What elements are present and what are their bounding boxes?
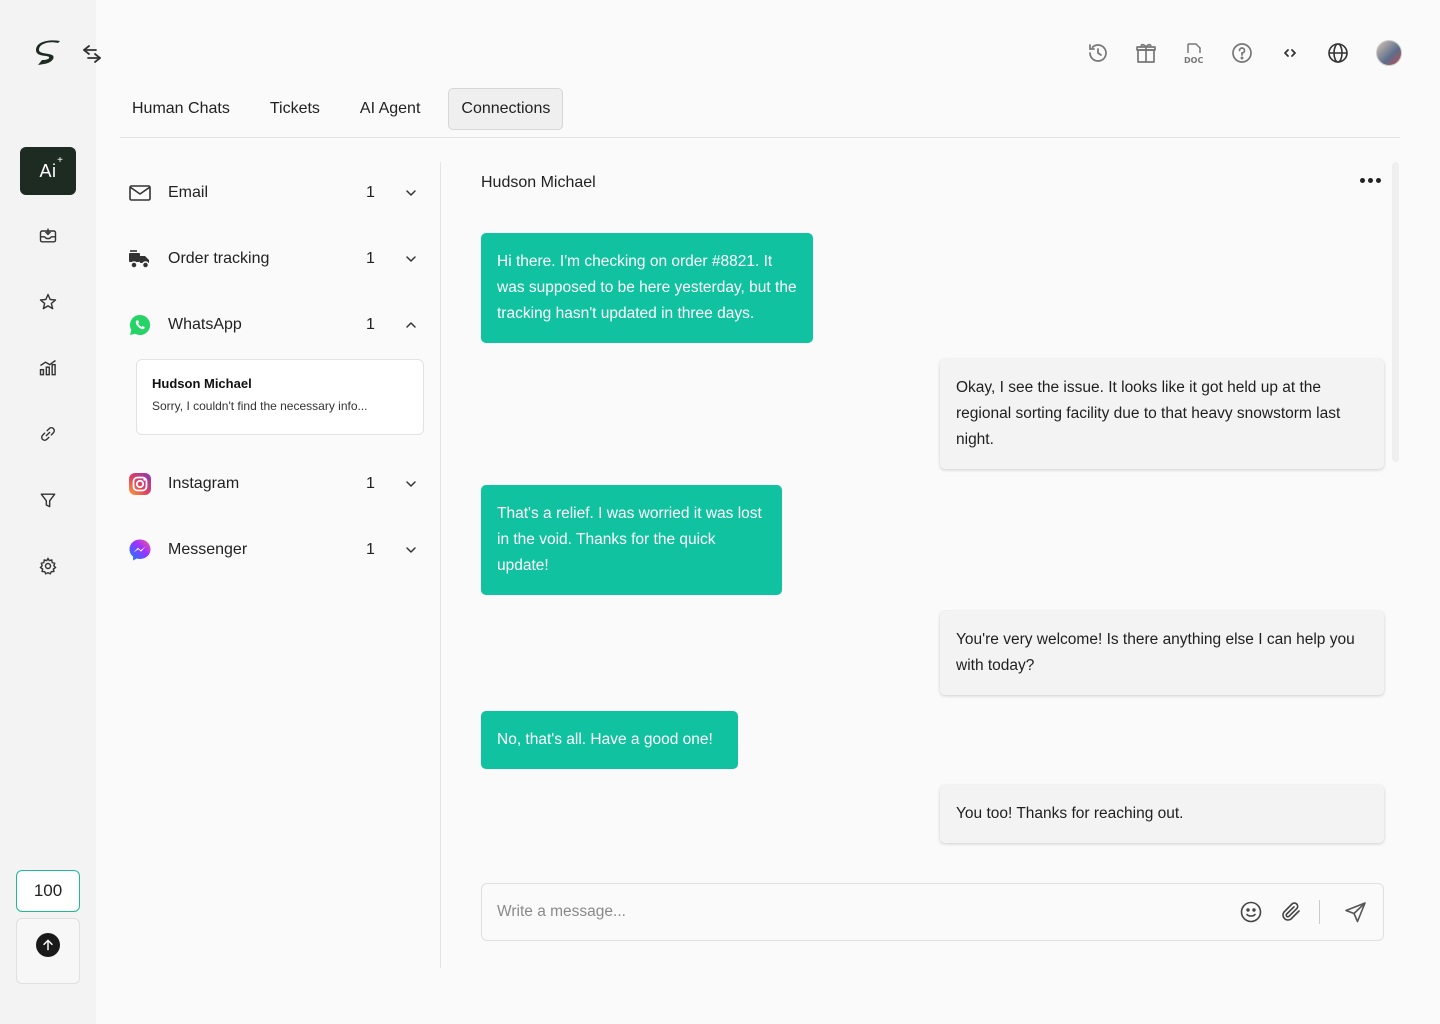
upload-button[interactable]	[16, 918, 80, 984]
tab-human-chats[interactable]: Human Chats	[120, 88, 242, 130]
composer-separator	[1319, 900, 1320, 924]
channel-instagram[interactable]: Instagram 1	[120, 451, 440, 517]
message-agent: Okay, I see the issue. It looks like it …	[940, 359, 1384, 469]
brand-logo-icon[interactable]	[32, 38, 64, 70]
swap-arrows-icon[interactable]	[80, 42, 104, 66]
link-icon	[41, 427, 55, 441]
paperclip-icon[interactable]	[1279, 900, 1303, 924]
channel-count: 1	[366, 475, 375, 492]
tab-connections[interactable]: Connections	[448, 88, 564, 130]
user-avatar[interactable]	[1376, 40, 1402, 66]
credits-counter[interactable]: 100	[16, 870, 80, 912]
channel-count: 1	[366, 184, 375, 201]
rail-favorites-button[interactable]	[20, 278, 76, 326]
message-agent: You too! Thanks for reaching out.	[940, 785, 1384, 843]
chevron-up-icon[interactable]	[396, 317, 426, 333]
ai-sparkle-icon: Ai +	[39, 154, 64, 181]
top-toolbar: DOC	[1074, 38, 1402, 68]
instagram-icon	[128, 472, 152, 496]
emoji-icon[interactable]	[1239, 900, 1263, 924]
message-composer	[481, 883, 1384, 941]
star-icon	[39, 293, 57, 310]
bar-chart-icon	[39, 359, 56, 376]
help-icon[interactable]	[1218, 38, 1266, 68]
gift-icon[interactable]	[1122, 38, 1170, 68]
rail-integrations-button[interactable]	[20, 410, 76, 458]
channel-list: Email 1 Order tracking 1 WhatsApp 1 Huds…	[120, 160, 440, 583]
message-customer: No, that's all. Have a good one!	[481, 711, 738, 769]
message-customer: That's a relief. I was worried it was lo…	[481, 485, 782, 595]
channel-whatsapp[interactable]: WhatsApp 1	[120, 292, 440, 358]
channel-count: 1	[366, 316, 375, 333]
rail-ai-button[interactable]: Ai +	[20, 147, 76, 195]
channel-count: 1	[366, 541, 375, 558]
channel-count: 1	[366, 250, 375, 267]
conversation-preview: Sorry, I couldn't find the necessary inf…	[152, 399, 368, 413]
documentation-icon[interactable]: DOC	[1170, 38, 1218, 68]
channel-order-tracking[interactable]: Order tracking 1	[120, 226, 440, 292]
left-rail: Ai + 100	[0, 0, 101, 1024]
globe-icon[interactable]	[1314, 38, 1362, 68]
tab-ai-agent[interactable]: AI Agent	[348, 88, 433, 130]
rail-inbox-button[interactable]	[20, 212, 76, 260]
chevron-down-icon[interactable]	[396, 476, 426, 492]
history-icon[interactable]	[1074, 38, 1122, 68]
rail-settings-button[interactable]	[20, 542, 76, 590]
message-customer: Hi there. I'm checking on order #8821. I…	[481, 233, 813, 343]
whatsapp-icon	[128, 313, 152, 337]
gear-icon	[39, 557, 57, 575]
channel-messenger[interactable]: Messenger 1	[120, 517, 440, 583]
filter-icon	[40, 493, 56, 508]
message-agent: You're very welcome! Is there anything e…	[940, 611, 1384, 695]
mail-icon	[128, 181, 152, 205]
code-icon[interactable]	[1266, 38, 1314, 68]
messenger-icon	[128, 538, 152, 562]
chat-contact-name: Hudson Michael	[481, 174, 596, 191]
delivery-truck-icon	[128, 247, 152, 271]
message-input[interactable]	[497, 903, 1223, 921]
rail-analytics-button[interactable]	[20, 344, 76, 392]
main-tabs: Human Chats Tickets AI Agent Connections	[120, 88, 1400, 138]
pane-divider	[440, 162, 441, 968]
send-icon[interactable]	[1344, 900, 1368, 924]
inbox-icon	[39, 228, 57, 243]
chevron-down-icon[interactable]	[396, 185, 426, 201]
conversation-contact-name: Hudson Michael	[152, 376, 252, 391]
more-options-icon[interactable]	[1360, 178, 1381, 183]
tab-tickets[interactable]: Tickets	[258, 88, 332, 130]
rail-filter-button[interactable]	[20, 476, 76, 524]
arrow-up-icon	[36, 933, 60, 957]
svg-text:DOC: DOC	[1184, 56, 1203, 65]
chevron-down-icon[interactable]	[396, 251, 426, 267]
conversation-card[interactable]: Hudson Michael Sorry, I couldn't find th…	[136, 359, 424, 435]
chevron-down-icon[interactable]	[396, 542, 426, 558]
channel-email[interactable]: Email 1	[120, 160, 440, 226]
chat-scrollbar[interactable]	[1392, 162, 1399, 462]
